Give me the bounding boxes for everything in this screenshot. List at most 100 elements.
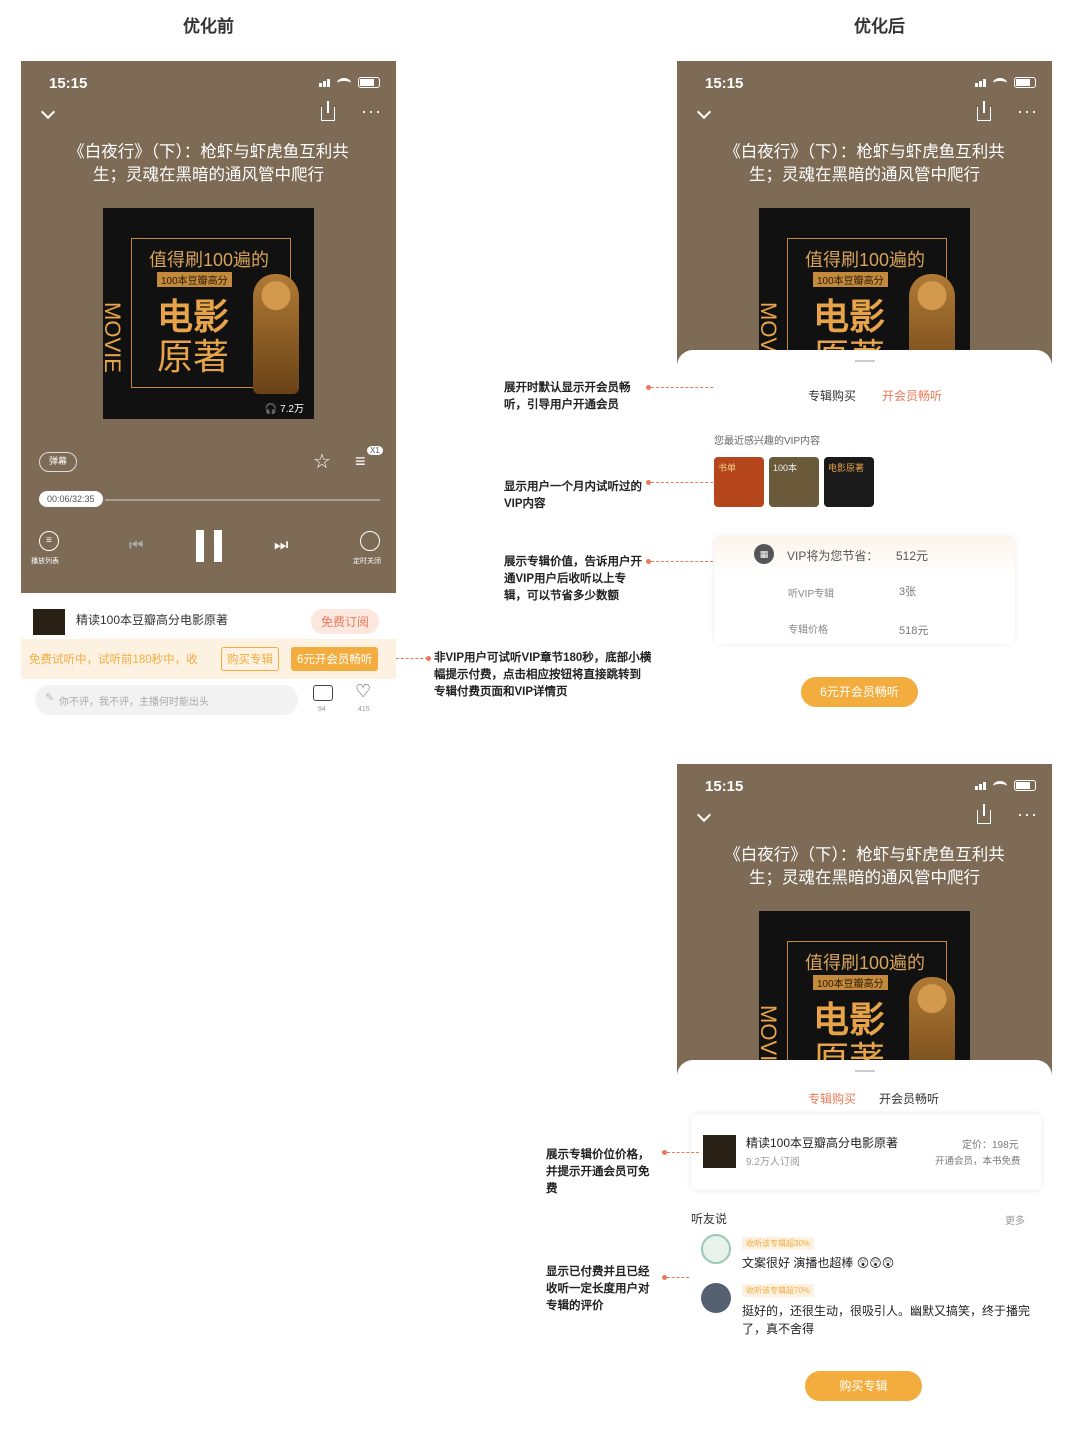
wifi-icon [993,77,1007,88]
collect-icon[interactable]: ☆ [313,449,331,474]
status-icons [319,77,380,88]
annotation-default-vip: 展开时默认显示开会员畅听，引导用户开通会员 [504,382,631,411]
comment-placeholder: 你不评，我不评，主播何时能出头 [59,697,209,708]
status-icons [975,77,1036,88]
buy-album-cta[interactable]: 购买专辑 [805,1371,922,1401]
recent-cover-3[interactable]: 电影原著 [824,457,874,507]
timer-label: 定时关闭 [353,558,381,565]
buy-sheet: 专辑购买 开会员畅听 精读100本豆瓣高分电影原著 9.2万人订阅 定价：198… [677,1060,1052,1454]
price-label: 专辑价格 [788,625,828,636]
wifi-icon [337,77,351,88]
share-icon[interactable] [977,804,991,824]
recent-cover-2[interactable]: 100本 [769,457,819,507]
status-icons [975,780,1036,791]
battery-icon [1014,77,1036,88]
cover-line4: 原著 [157,336,230,377]
album-name[interactable]: 精读100本豆瓣高分电影原著 [76,611,228,628]
after-header: 优化后 [854,17,905,36]
after-phone-vip: 15:15 ··· 《白夜行》（下）：枪虾与虾虎鱼互利共 生；灵魂在黑暗的通风管中… [677,61,1052,728]
price-value: 518元 [899,625,929,637]
annotation-price: 展示专辑价位价格，并提示开通会员可免费 [546,1149,650,1195]
progress-track[interactable] [105,499,380,501]
annotation-recent-vip: 显示用户一个月内试听过的VIP内容 [504,481,642,510]
comment-text: 挺好的，还很生动，很吸引人。幽默又搞笑，终于播完了，真不舍得 [742,1304,1031,1336]
title-line1: 《白夜行》（下）：枪虾与虾虎鱼互利共 [724,846,1005,864]
collapse-chevron-icon[interactable] [696,104,712,120]
title-line1: 《白夜行》（下）：枪虾与虾虎鱼互利共 [68,143,349,161]
comment-icon[interactable] [313,685,333,701]
tab-vip[interactable]: 开会员畅听 [882,387,942,404]
emoji-icon: 😲😲😲 [856,1256,895,1270]
more-link[interactable]: 更多 [1005,1212,1025,1227]
more-icon[interactable]: ··· [1017,101,1038,122]
equalizer-icon[interactable]: ≡ [355,451,366,472]
sheet-grabber[interactable] [854,1070,875,1072]
album-thumb[interactable] [33,609,65,635]
cover-line1: 值得刷100遍的 [149,250,270,270]
like-icon[interactable]: ♡ [355,681,371,702]
next-button[interactable]: ⏭ [274,537,288,555]
progress-thumb[interactable]: 00:06/32:35 [39,491,103,507]
share-icon[interactable] [977,101,991,121]
before-header: 优化前 [183,17,234,36]
episode-title: 《白夜行》（下）：枪虾与虾虎鱼互利共 生；灵魂在黑暗的通风管中爬行 [677,844,1052,890]
collapse-chevron-icon[interactable] [696,807,712,823]
album-cover: 值得刷100遍的 100本豆瓣高分 电影 原著 MOVIE 🎧 7.2万 [103,208,314,419]
recent-vip-label: 您最近感兴趣的VIP内容 [714,436,821,447]
album-card[interactable] [691,1114,1041,1190]
pencil-icon: ✎ [45,692,55,704]
vip-cta-button[interactable]: 6元开会员畅听 [801,677,918,707]
tab-buy-album[interactable]: 专辑购买 [808,387,856,404]
sheet-grabber[interactable] [854,360,875,362]
album-subs: 9.2万人订阅 [746,1157,800,1168]
timer-icon[interactable] [360,531,380,551]
cover-vertical: MOVIE [103,302,125,373]
annotation-line [651,561,713,562]
status-time: 15:15 [49,75,88,92]
buy-album-button[interactable]: 购买专辑 [221,647,279,671]
episode-title: 《白夜行》（下）：枪虾与虾虎鱼互利共 生；灵魂在黑暗的通风管中爬行 [677,141,1052,187]
trial-text: 免费试听中，试听前180秒中，收 [29,654,198,666]
vip-button[interactable]: 6元开会员畅听 [291,647,379,671]
more-icon[interactable]: ··· [361,101,382,122]
playlist-icon[interactable]: ≡ [39,531,59,551]
cover-line2: 100本豆瓣高分 [813,272,888,287]
avatar [701,1283,731,1313]
album-price: 定价：198元 [962,1140,1019,1151]
before-phone: 15:15 ··· 《白夜行》（下）：枪虾与虾虎鱼互利共 生；灵魂在黑暗的通风管中… [21,61,396,728]
playlist-label: 播放列表 [31,558,59,565]
recent-cover-1[interactable]: 书单 [714,457,764,507]
annotation-line [667,1277,689,1278]
comment-count: 94 [318,706,326,713]
pause-button[interactable] [196,530,222,562]
play-count: 🎧 7.2万 [264,404,304,415]
annotation-line [651,387,713,388]
vip-album-value: 3张 [899,586,917,598]
tab-buy-album[interactable]: 专辑购买 [808,1090,856,1107]
title-line2: 生；灵魂在黑暗的通风管中爬行 [93,166,324,184]
friends-label: 听友说 [691,1212,728,1226]
vip-album-label: 听VIP专辑 [788,589,835,600]
subscribe-button[interactable]: 免费订阅 [311,609,380,634]
prev-button[interactable]: ⏮ [129,537,143,555]
share-icon[interactable] [321,101,335,121]
play-count-value: 7.2万 [280,404,304,415]
danmaku-toggle[interactable]: 弹幕 [39,452,77,472]
annotation-value: 展示专辑价值，告诉用户开通VIP用户后收听以上专辑，可以节省多少数额 [504,556,642,602]
annotation-line [667,1152,699,1153]
signal-icon [319,78,330,87]
annotation-reviews: 显示已付费并且已经收听一定长度用户对专辑的评价 [546,1266,650,1312]
save-value: 512元 [896,549,929,563]
vip-free-note: 开通会员，本书免费 [935,1156,1021,1167]
speed-badge[interactable]: X1 [367,446,383,455]
vip-icon: ▦ [754,544,774,564]
cover-line1: 值得刷100遍的 [805,953,926,973]
tab-vip[interactable]: 开会员畅听 [879,1090,939,1107]
more-icon[interactable]: ··· [1017,804,1038,825]
listen-badge: 收听该专辑超70% [742,1284,815,1297]
collapse-chevron-icon[interactable] [40,104,56,120]
cover-line2: 100本豆瓣高分 [157,272,232,287]
like-count: 415 [358,706,370,713]
title-line2: 生；灵魂在黑暗的通风管中爬行 [749,869,980,887]
status-time: 15:15 [705,75,744,92]
